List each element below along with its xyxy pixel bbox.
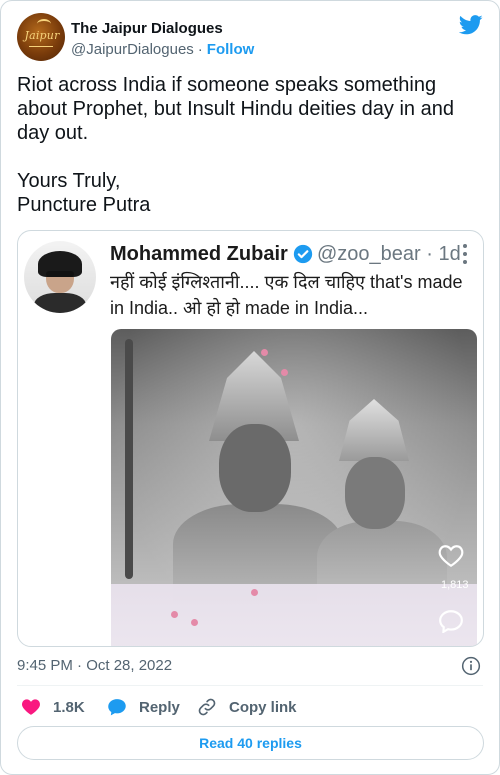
quoted-handle-time: @zoo_bear · 1d — [317, 243, 461, 265]
petal-decoration — [281, 369, 288, 376]
quoted-photo: 1,813 — [111, 329, 477, 646]
like-button[interactable]: 1.8K — [21, 694, 85, 720]
photo-face-right — [345, 457, 405, 529]
more-options-icon — [462, 244, 468, 264]
tweet-text: Riot across India if someone speaks some… — [17, 74, 454, 216]
tweet-media[interactable]: Mohammed Zubair @zoo_bear · 1d नहीं कोई … — [17, 230, 484, 647]
verified-badge-icon — [293, 244, 313, 264]
overlay-heart-icon — [438, 545, 464, 568]
quoted-author-avatar — [24, 241, 96, 313]
copy-link-label: Copy link — [229, 698, 297, 716]
author-avatar[interactable]: Jaipur — [17, 13, 65, 61]
info-icon[interactable] — [461, 656, 481, 676]
reply-bubble-icon — [108, 699, 126, 716]
photo-bottom-fade — [111, 584, 477, 646]
follow-button[interactable]: Follow — [207, 41, 255, 58]
avatar-logo-text: Jaipur — [24, 29, 60, 42]
tweet-timestamp[interactable]: 9:45 PM · Oct 28, 2022 — [17, 657, 172, 674]
author-handle-row: @JaipurDialogues · Follow — [71, 41, 254, 58]
author-display-name[interactable]: The Jaipur Dialogues — [71, 20, 223, 37]
avatar-body — [34, 293, 86, 313]
logo-underline — [29, 46, 53, 47]
photo-bow — [125, 339, 133, 579]
link-icon — [198, 698, 216, 716]
quoted-author-name: Mohammed Zubair — [110, 243, 288, 265]
separator-dot: · — [197, 41, 203, 58]
read-replies-button[interactable]: Read 40 replies — [17, 726, 484, 760]
quoted-text: नहीं कोई इंग्लिश्तानी.... एक दिल चाहिए t… — [110, 272, 468, 318]
petal-decoration — [251, 589, 258, 596]
tweet-header: Jaipur The Jaipur Dialogues @JaipurDialo… — [17, 13, 483, 63]
reply-button[interactable]: Reply — [107, 694, 180, 720]
overlay-like-count: 1,813 — [441, 579, 469, 591]
reply-label: Reply — [139, 698, 180, 716]
photo-face-left — [219, 424, 291, 512]
sun-logo-icon — [37, 19, 51, 29]
tweet-actions: 1.8K Reply Copy link — [17, 694, 477, 720]
avatar-glasses — [46, 271, 74, 277]
divider — [17, 685, 483, 686]
overlay-comment-icon — [439, 610, 463, 633]
petal-decoration — [261, 349, 268, 356]
twitter-bird-icon[interactable] — [459, 15, 483, 35]
copy-link-button[interactable]: Copy link — [197, 694, 297, 720]
heart-icon — [22, 699, 40, 715]
tweet-card: Jaipur The Jaipur Dialogues @JaipurDialo… — [0, 0, 500, 775]
author-handle[interactable]: @JaipurDialogues — [71, 41, 194, 58]
petal-decoration — [191, 619, 198, 626]
petal-decoration — [171, 611, 178, 618]
like-count: 1.8K — [53, 698, 85, 716]
